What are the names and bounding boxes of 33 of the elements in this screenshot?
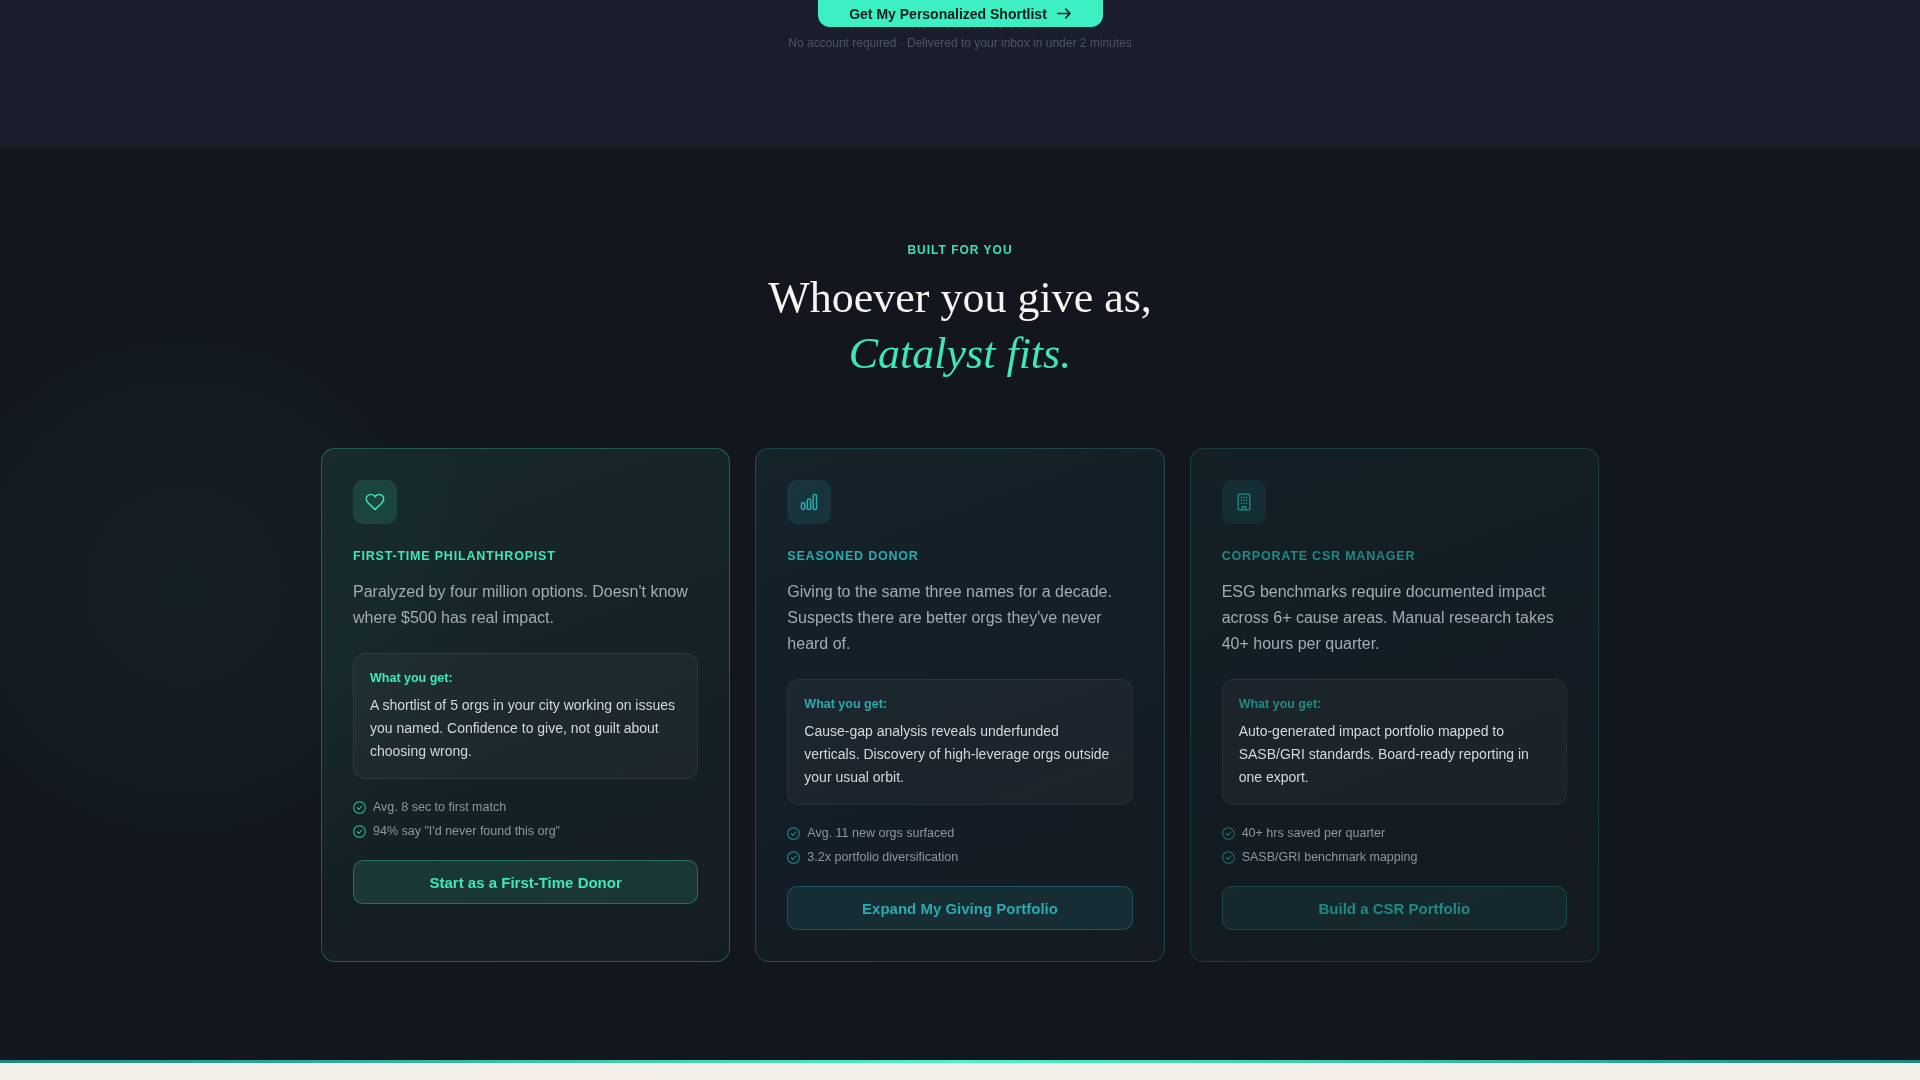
stat-text: 40+ hrs saved per quarter bbox=[1241, 825, 1386, 842]
check-circle-icon bbox=[1221, 850, 1235, 864]
stat-text: Avg. 8 sec to first match bbox=[373, 799, 507, 816]
check-circle-icon bbox=[787, 850, 801, 864]
persona-button[interactable]: Start as a First-Time Donor bbox=[353, 860, 699, 904]
persona-description: Giving to the same three names for a decade. Suspects there are better orgs they've never heard of. bbox=[787, 582, 1113, 654]
persona-description: Paralyzed by four million options. Doesn't know where $500 has real impact. bbox=[353, 582, 689, 628]
section-heading: Whoever you give as, Catalyst fits. bbox=[768, 272, 1152, 380]
stat-text: SASB/GRI benchmark mapping bbox=[1241, 849, 1418, 866]
stat-text: Avg. 11 new orgs surfaced bbox=[807, 825, 955, 842]
check-circle-icon bbox=[787, 826, 801, 840]
persona-button[interactable]: Build a CSR Portfolio bbox=[1221, 886, 1567, 930]
persona-description: ESG benchmarks require documented impact across 6+ cause areas. Manual research takes 40+ hours per quarter. bbox=[1221, 582, 1555, 654]
benefit-label: What you get: bbox=[804, 696, 888, 712]
benefit-label: What you get: bbox=[370, 670, 454, 686]
persona-button[interactable]: Expand My Giving Portfolio bbox=[787, 886, 1133, 930]
cta-button[interactable]: Get My Personalized Shortlist bbox=[817, 0, 1103, 27]
persona-title: SEASONED DONOR bbox=[787, 548, 920, 564]
stat-text: 94% say "I'd never found this org" bbox=[373, 823, 561, 840]
check-circle-icon bbox=[1221, 826, 1235, 840]
section-eyebrow: BUILT FOR YOU bbox=[907, 243, 1013, 257]
benefit-text: Cause-gap analysis reveals underfunded verticals. Discovery of high-leverage orgs outside your usual orbit. bbox=[804, 722, 1111, 787]
persona-title: CORPORATE CSR MANAGER bbox=[1221, 548, 1417, 564]
bar-chart-icon bbox=[787, 480, 832, 524]
persona-title: FIRST-TIME PHILANTHROPIST bbox=[353, 548, 557, 564]
arrow-right-icon bbox=[1056, 8, 1071, 19]
building-icon bbox=[1221, 480, 1266, 524]
benefit-text: A shortlist of 5 orgs in your city working on issues you named. Confidence to give, not guilt about choosing wrong. bbox=[370, 696, 677, 761]
check-circle-icon bbox=[353, 800, 366, 814]
check-circle-icon bbox=[353, 824, 366, 838]
stat-text: 3.2x portfolio diversification bbox=[807, 849, 959, 866]
benefit-label: What you get: bbox=[1238, 696, 1323, 712]
benefit-text: Auto-generated impact portfolio mapped to SASB/GRI standards. Board-ready reporting in one export. bbox=[1238, 722, 1530, 787]
